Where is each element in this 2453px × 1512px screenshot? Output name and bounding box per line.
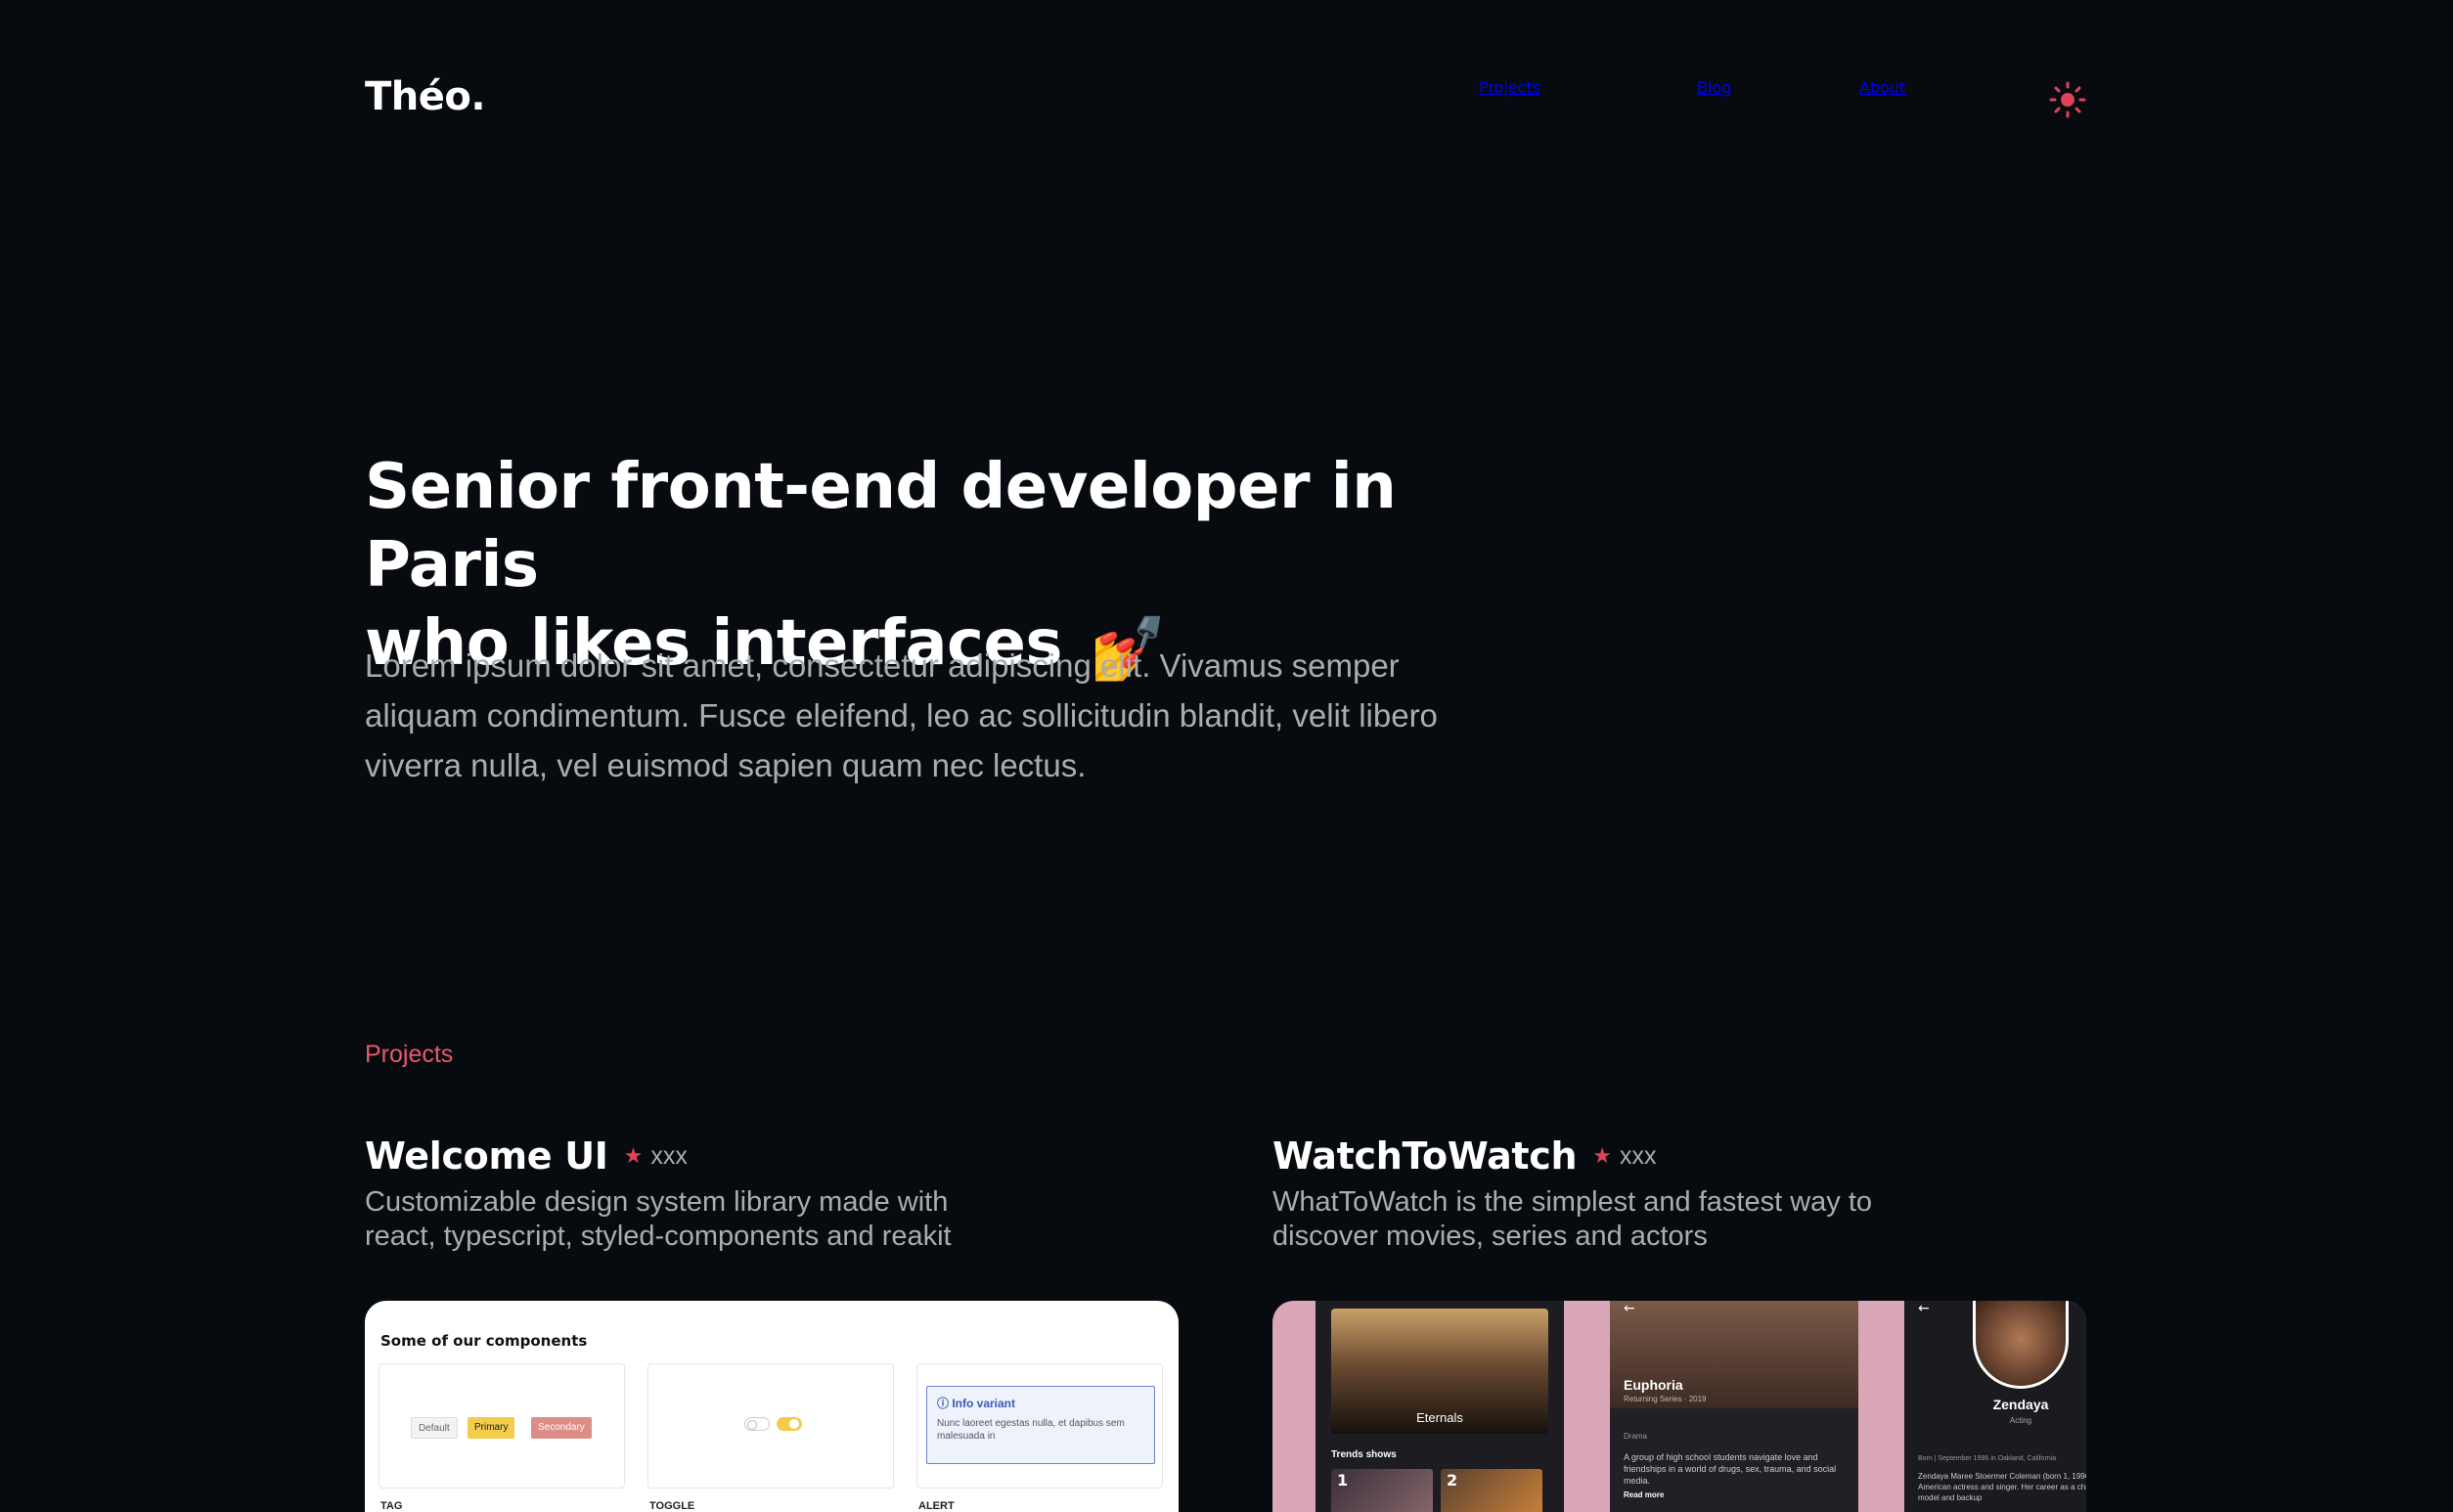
actor-born: Born | September 1996 in Oakland, Califo… <box>1918 1455 2057 1462</box>
stars-count: xxx <box>1620 1141 1657 1170</box>
series-meta: Returning Series · 2019 <box>1624 1395 1707 1403</box>
series-title: Euphoria <box>1624 1377 1683 1393</box>
stars-count: xxx <box>650 1141 688 1170</box>
actor-bio: Zendaya Maree Stoermer Coleman (born 1, … <box>1918 1472 2086 1502</box>
component-card-toggle <box>647 1363 894 1489</box>
star-icon: ★ <box>623 1143 644 1169</box>
hero-title-line1: Senior front-end developer in Paris <box>365 451 1397 601</box>
project-title[interactable]: Welcome UI <box>365 1134 608 1178</box>
caption-alert: ALERT <box>918 1500 955 1512</box>
projects-section-label: Projects <box>365 1041 454 1068</box>
project-header: Welcome UI ★ xxx <box>365 1133 1179 1179</box>
trend-rank: 2 <box>1447 1471 1458 1490</box>
screen-series: ← Euphoria Returning Series · 2019 Drama… <box>1610 1301 1858 1512</box>
series-genre: Drama <box>1624 1432 1648 1441</box>
sun-icon <box>2049 81 2086 118</box>
project-description: Customizable design system library made … <box>365 1186 952 1252</box>
featured-movie-title: Eternals <box>1416 1410 1463 1425</box>
read-more-link: Read more <box>1624 1490 1665 1499</box>
info-alert: ⓘ Info variant Nunc laoreet egestas null… <box>926 1386 1155 1464</box>
toggle-on <box>777 1417 802 1431</box>
project-header: WatchToWatch ★ xxx <box>1272 1133 2086 1179</box>
star-icon: ★ <box>1592 1143 1613 1169</box>
theme-toggle-button[interactable] <box>2048 80 2087 119</box>
tag-primary: Primary <box>468 1417 515 1439</box>
nav-projects[interactable]: Projects <box>1479 78 1540 97</box>
component-card-alert: ⓘ Info variant Nunc laoreet egestas null… <box>916 1363 1163 1489</box>
actor-role: Acting <box>2009 1416 2032 1425</box>
actor-avatar <box>1973 1301 2069 1389</box>
nav-about[interactable]: About <box>1859 78 1905 97</box>
component-card-tag: Default Primary Secondary <box>379 1363 625 1489</box>
caption-tag: TAG <box>380 1500 403 1512</box>
site-logo[interactable]: Théo. <box>365 74 486 119</box>
nav-blog[interactable]: Blog <box>1697 78 1731 97</box>
screen-home: Eternals Trends shows 1 2 <box>1316 1301 1564 1512</box>
project-preview-welcome-ui[interactable]: Some of our components Default Primary S… <box>365 1301 1179 1512</box>
project-title[interactable]: WatchToWatch <box>1272 1134 1578 1178</box>
preview-heading: Some of our components <box>380 1332 588 1350</box>
project-preview-watchtowatch[interactable]: Eternals Trends shows 1 2 ← Euphoria Ret… <box>1272 1301 2086 1512</box>
alert-text: Nunc laoreet egestas nulla, et dapibus s… <box>937 1418 1125 1442</box>
back-arrow-icon: ← <box>1918 1301 1930 1316</box>
tag-secondary: Secondary <box>531 1417 592 1439</box>
trend-rank: 1 <box>1337 1471 1349 1490</box>
project-card-welcome-ui[interactable]: Welcome UI ★ xxx Customizable design sys… <box>365 1133 1179 1254</box>
caption-toggle: TOGGLE <box>649 1500 695 1512</box>
series-overview: A group of high school students navigate… <box>1624 1452 1837 1486</box>
toggle-off <box>744 1417 770 1431</box>
alert-title: ⓘ Info variant <box>937 1397 1016 1410</box>
trends-heading: Trends shows <box>1331 1449 1397 1460</box>
actor-name: Zendaya <box>1992 1397 2049 1412</box>
project-card-watchtowatch[interactable]: WatchToWatch ★ xxx WhatToWatch is the si… <box>1272 1133 2086 1254</box>
tag-default: Default <box>411 1417 458 1439</box>
back-arrow-icon: ← <box>1624 1301 1635 1316</box>
screen-actor: ← Zendaya Acting Born | September 1996 i… <box>1904 1301 2086 1512</box>
hero-description: Lorem ipsum dolor sit amet, consectetur … <box>365 647 1438 783</box>
featured-movie-image: Eternals <box>1331 1309 1548 1434</box>
project-description: WhatToWatch is the simplest and fastest … <box>1272 1186 1873 1252</box>
